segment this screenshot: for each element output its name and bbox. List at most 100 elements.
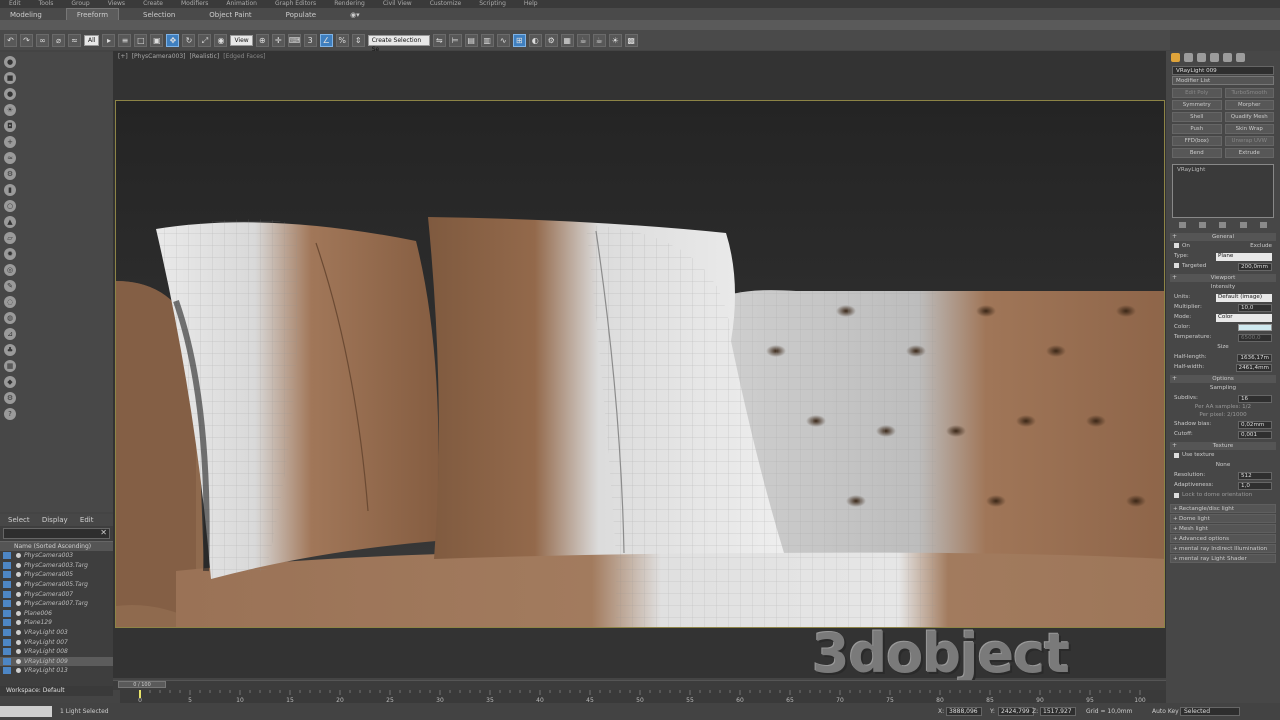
- rendered-frame-icon[interactable]: ▦: [560, 33, 574, 47]
- ribbon-tab[interactable]: Freeform: [65, 8, 120, 20]
- scene-row[interactable]: PhysCamera005.Targ: [0, 580, 113, 590]
- material-editor-icon[interactable]: ◐: [528, 33, 542, 47]
- targeted-spinner[interactable]: 200,0mm: [1238, 262, 1272, 271]
- settings-icon[interactable]: ⚙: [4, 392, 16, 404]
- spinner-snap-icon[interactable]: ⇕: [351, 33, 365, 47]
- render-activeshade-icon[interactable]: ☀: [608, 33, 622, 47]
- ribbon-tab[interactable]: Modeling: [0, 9, 52, 20]
- hierarchy-tab-icon[interactable]: [1197, 53, 1206, 62]
- modifier-button[interactable]: TurboSmooth: [1224, 88, 1274, 98]
- modifier-button[interactable]: Bend: [1172, 148, 1222, 158]
- cone-icon[interactable]: ▲: [4, 216, 16, 228]
- modify-tab-icon[interactable]: [1184, 53, 1193, 62]
- show-end-result-icon[interactable]: [1199, 222, 1207, 228]
- adaptiveness-spinner[interactable]: 1,0: [1238, 481, 1272, 490]
- scene-row[interactable]: PhysCamera003: [0, 551, 113, 561]
- menu-item[interactable]: Modifiers: [181, 0, 208, 7]
- scene-states-icon[interactable]: ◍: [4, 312, 16, 324]
- select-scale-icon[interactable]: ⤢: [198, 33, 212, 47]
- viewport-label-camera[interactable]: [PhysCamera003]: [132, 53, 186, 60]
- display-tab-icon[interactable]: [1223, 53, 1232, 62]
- auto-key-button[interactable]: Auto Key: [1152, 708, 1179, 715]
- visibility-icon[interactable]: [16, 591, 21, 597]
- plane-icon[interactable]: ▱: [4, 232, 16, 244]
- undo-icon[interactable]: ↶: [4, 33, 17, 47]
- tube-icon[interactable]: ◌: [4, 296, 16, 308]
- stack-item[interactable]: VRayLight: [1177, 167, 1205, 173]
- select-by-name-icon[interactable]: ≡: [118, 33, 132, 47]
- rollout-bar[interactable]: Rectangle/disc light: [1170, 504, 1276, 513]
- shadow-bias-spinner[interactable]: 0,02mm: [1238, 420, 1272, 429]
- modifier-button[interactable]: Extrude: [1224, 148, 1274, 158]
- on-checkbox[interactable]: [1174, 243, 1179, 248]
- viewport-label[interactable]: [+] [PhysCamera003] [Realistic] [Edged Face…: [118, 53, 269, 60]
- key-mode-dropdown[interactable]: Selected: [1180, 707, 1240, 716]
- cutoff-spinner[interactable]: 0,001: [1238, 430, 1272, 439]
- scene-row[interactable]: PhysCamera007.Targ: [0, 599, 113, 609]
- paint-icon[interactable]: ✎: [4, 280, 16, 292]
- geosphere-icon[interactable]: ◎: [4, 264, 16, 276]
- ribbon-tab[interactable]: Object Paint: [199, 9, 261, 20]
- modifier-list-dropdown[interactable]: Modifier List: [1172, 76, 1274, 85]
- scene-row[interactable]: PhysCamera005: [0, 570, 113, 580]
- scene-row[interactable]: Plane006: [0, 609, 113, 619]
- rect-selection-icon[interactable]: □: [134, 33, 148, 47]
- current-frame-marker[interactable]: [139, 690, 141, 698]
- rollout-viewport[interactable]: Viewport: [1170, 274, 1276, 282]
- redo-icon[interactable]: ↷: [20, 33, 33, 47]
- visibility-icon[interactable]: [16, 649, 21, 655]
- create-tab-icon[interactable]: [1171, 53, 1180, 62]
- lock-dome-checkbox[interactable]: [1174, 493, 1179, 498]
- type-dropdown[interactable]: Plane: [1216, 252, 1272, 261]
- modifier-button[interactable]: Symmetry: [1172, 100, 1222, 110]
- render-setup-icon[interactable]: ⚙: [544, 33, 558, 47]
- select-move-icon[interactable]: ✥: [166, 33, 180, 47]
- scene-row[interactable]: PhysCamera007: [0, 589, 113, 599]
- render-iterative-icon[interactable]: ☕: [592, 33, 606, 47]
- modifier-button[interactable]: Quadify Mesh: [1224, 112, 1274, 122]
- make-unique-icon[interactable]: [1219, 222, 1227, 228]
- visibility-icon[interactable]: [16, 639, 21, 645]
- scene-row[interactable]: VRayLight 009: [0, 656, 113, 667]
- motion-tab-icon[interactable]: [1210, 53, 1219, 62]
- modifier-button[interactable]: Edit Poly: [1172, 88, 1222, 98]
- half-length-spinner[interactable]: 1636,17m: [1237, 353, 1272, 362]
- modifier-button[interactable]: Skin Wrap: [1224, 124, 1274, 134]
- rollout-bar[interactable]: Mesh light: [1170, 524, 1276, 533]
- visibility-icon[interactable]: [16, 658, 21, 664]
- keyboard-shortcut-icon[interactable]: ⌨: [287, 33, 301, 47]
- multiplier-spinner[interactable]: 10,0: [1238, 303, 1272, 312]
- light-icon[interactable]: ☀: [4, 104, 16, 116]
- named-selection-dropdown[interactable]: Create Selection Se: [367, 34, 430, 53]
- rollout-options[interactable]: Options: [1170, 375, 1276, 383]
- visibility-icon[interactable]: [16, 601, 21, 607]
- rollout-bar[interactable]: mental ray Indirect Illumination: [1170, 544, 1276, 553]
- modifier-button[interactable]: Unwrap UVW: [1224, 136, 1274, 146]
- maxscript-listener[interactable]: [0, 706, 52, 717]
- menu-item[interactable]: Views: [108, 0, 125, 7]
- viewport-label-shading[interactable]: [Realistic]: [190, 53, 220, 60]
- hierarchy-icon[interactable]: ⊿: [4, 328, 16, 340]
- rollout-bar[interactable]: Dome light: [1170, 514, 1276, 523]
- spacewarp-icon[interactable]: ≈: [4, 152, 16, 164]
- object-name-field[interactable]: VRayLight 009: [1172, 66, 1274, 75]
- pivot-center-icon[interactable]: ⊕: [255, 33, 269, 47]
- viewport-label-edged[interactable]: [Edged Faces]: [223, 53, 265, 60]
- link-icon[interactable]: ∞: [36, 33, 49, 47]
- subdivs-spinner[interactable]: 16: [1238, 394, 1272, 403]
- scene-search-input[interactable]: ✕: [3, 528, 110, 539]
- ribbon-tab[interactable]: Populate: [276, 9, 326, 20]
- menu-item[interactable]: Graph Editors: [275, 0, 316, 7]
- resolution-spinner[interactable]: 512: [1238, 471, 1272, 480]
- select-rotate-icon[interactable]: ↻: [182, 33, 196, 47]
- curve-editor-icon[interactable]: ∿: [496, 33, 510, 47]
- mirror-icon[interactable]: ⇋: [432, 33, 446, 47]
- ribbon-options-icon[interactable]: ◉▾: [340, 9, 370, 20]
- rollout-texture[interactable]: Texture: [1170, 442, 1276, 450]
- schematic-view-icon[interactable]: ⊞: [512, 33, 526, 47]
- bind-spacewarp-icon[interactable]: ≈: [68, 33, 81, 47]
- unlink-icon[interactable]: ⌀: [52, 33, 65, 47]
- scene-menu-select[interactable]: Select: [8, 516, 30, 524]
- rollout-bar[interactable]: Advanced options: [1170, 534, 1276, 543]
- camera-icon[interactable]: ◘: [4, 120, 16, 132]
